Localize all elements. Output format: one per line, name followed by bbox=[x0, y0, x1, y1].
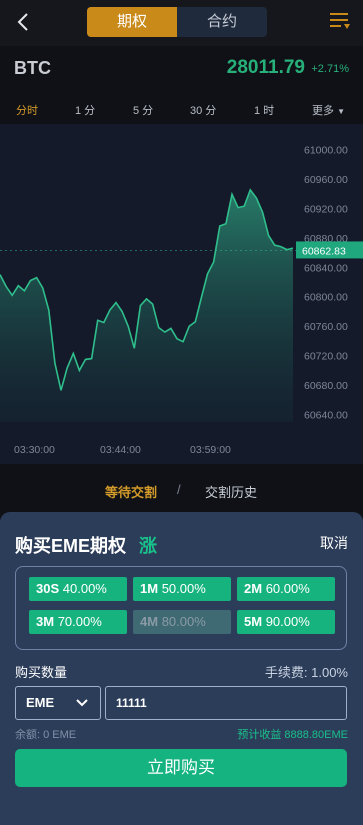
interval-more[interactable]: 更多 ▼ bbox=[312, 102, 345, 118]
y-tick-label: 60720.00 bbox=[304, 351, 348, 363]
interval-timeshare[interactable]: 分时 bbox=[16, 102, 38, 118]
pair-symbol: BTC bbox=[14, 58, 51, 78]
option-4m[interactable]: 4M 80.00% bbox=[133, 610, 231, 634]
option-pct: 40.00% bbox=[62, 581, 107, 596]
top-bar: 期权 合约 bbox=[0, 0, 363, 46]
option-code: 2M bbox=[244, 581, 263, 596]
back-arrow-icon[interactable] bbox=[14, 10, 34, 34]
option-pct: 80.00% bbox=[161, 614, 206, 629]
option-pct: 70.00% bbox=[57, 614, 102, 629]
mode-switch: 期权 合约 bbox=[87, 7, 267, 37]
y-tick-label: 60920.00 bbox=[304, 203, 348, 215]
option-pct: 50.00% bbox=[161, 581, 206, 596]
panel-title: 购买EME期权 bbox=[15, 536, 127, 556]
currency-select[interactable]: EME bbox=[15, 686, 101, 720]
x-tick-label: 03:44:00 bbox=[100, 444, 141, 456]
balance-text: 余额: 0 EME bbox=[15, 729, 77, 741]
y-tick-label: 61000.00 bbox=[304, 144, 348, 156]
option-code: 3M bbox=[36, 614, 55, 629]
interval-5m[interactable]: 5 分 bbox=[133, 102, 153, 118]
direction-badge: 涨 bbox=[139, 536, 157, 556]
price-area bbox=[0, 189, 293, 422]
option-pct: 90.00% bbox=[265, 614, 310, 629]
y-tick-label: 60760.00 bbox=[304, 321, 348, 333]
chevron-down-icon bbox=[76, 699, 88, 707]
menu-icon[interactable] bbox=[329, 10, 351, 32]
price-chart[interactable]: 61000.00 60960.00 60920.00 60880.00 60840.00… bbox=[0, 124, 363, 464]
price-change: +2.71% bbox=[311, 63, 349, 75]
fee-label: 手续费: 1.00% bbox=[264, 665, 348, 680]
interval-1m[interactable]: 1 分 bbox=[75, 102, 95, 118]
option-5m[interactable]: 5M 90.00% bbox=[237, 610, 335, 634]
purchase-panel: 购买EME期权 涨 取消 30S 40.00% 1M 50.00% 2M 60.… bbox=[0, 512, 363, 825]
option-30s[interactable]: 30S 40.00% bbox=[29, 577, 127, 601]
caret-down-icon: ▼ bbox=[337, 107, 345, 116]
cancel-button[interactable]: 取消 bbox=[320, 533, 348, 553]
y-tick-label: 60680.00 bbox=[304, 380, 348, 392]
x-tick-label: 03:59:00 bbox=[190, 444, 231, 456]
currency-value: EME bbox=[26, 695, 55, 710]
x-tick-label: 03:30:00 bbox=[14, 444, 55, 456]
interval-bar: 分时 1 分 5 分 30 分 1 时 更多 ▼ bbox=[0, 98, 363, 122]
y-tick-label: 60800.00 bbox=[304, 292, 348, 304]
tab-separator: / bbox=[177, 482, 181, 497]
option-1m[interactable]: 1M 50.00% bbox=[133, 577, 231, 601]
buy-now-button[interactable]: 立即购买 bbox=[15, 749, 347, 787]
last-price: 28011.79 bbox=[226, 57, 305, 78]
price-chart-svg: 61000.0060960.0060920.0060880.0060840.00… bbox=[0, 124, 363, 464]
estimated-profit: 预计收益 8888.80EME bbox=[237, 729, 348, 741]
option-code: 30S bbox=[36, 581, 60, 596]
interval-more-label: 更多 bbox=[312, 105, 334, 117]
y-tick-label: 60960.00 bbox=[304, 174, 348, 186]
interval-30m[interactable]: 30 分 bbox=[190, 102, 216, 118]
option-3m[interactable]: 3M 70.00% bbox=[29, 610, 127, 634]
tab-contract[interactable]: 合约 bbox=[177, 7, 267, 37]
option-code: 5M bbox=[244, 614, 263, 629]
order-tabs: 等待交割 / 交割历史 bbox=[0, 470, 363, 510]
period-options: 30S 40.00% 1M 50.00% 2M 60.00% 3M 70.00%… bbox=[15, 566, 347, 650]
option-2m[interactable]: 2M 60.00% bbox=[237, 577, 335, 601]
option-pct: 60.00% bbox=[265, 581, 310, 596]
interval-1h[interactable]: 1 时 bbox=[254, 102, 274, 118]
amount-input[interactable] bbox=[105, 686, 347, 720]
option-code: 4M bbox=[140, 614, 159, 629]
tab-delivery-history[interactable]: 交割历史 bbox=[205, 482, 257, 501]
tab-options[interactable]: 期权 bbox=[87, 7, 177, 37]
option-code: 1M bbox=[140, 581, 159, 596]
current-price-label: 60862.83 bbox=[302, 245, 346, 257]
tab-pending-delivery[interactable]: 等待交割 bbox=[105, 482, 157, 501]
y-tick-label: 60640.00 bbox=[304, 410, 348, 422]
y-tick-label: 60840.00 bbox=[304, 262, 348, 274]
quantity-label: 购买数量 bbox=[15, 665, 68, 680]
